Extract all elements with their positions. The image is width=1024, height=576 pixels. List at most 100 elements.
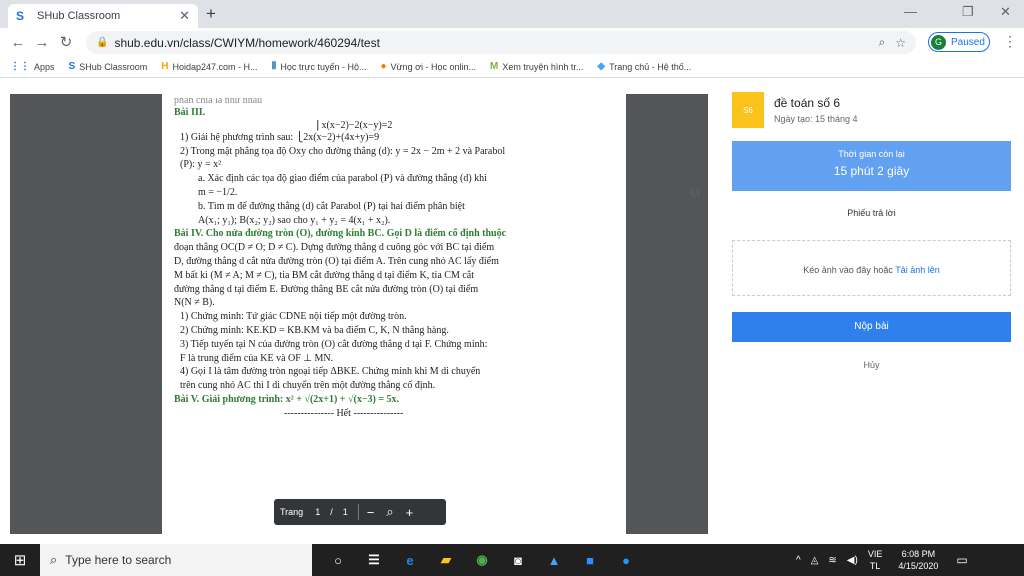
avatar: G	[931, 34, 946, 50]
pdf-line: 2) Chứng minh: KE.KD = KB.KM và ba điểm …	[180, 324, 449, 336]
hoc-icon: Ⅱ	[271, 61, 277, 72]
page-label: Trang	[280, 507, 304, 517]
pdf-viewer[interactable]: phân chia là như nhau Bài III. ⎧x(x−2)−2…	[10, 94, 708, 534]
zalo-icon[interactable]: ●	[608, 553, 644, 568]
pdf-cut-line: phân chia là như nhau	[174, 98, 263, 106]
reload-icon[interactable]: ↻	[54, 33, 78, 51]
bookmark-shub[interactable]: S SHub Classroom	[69, 61, 148, 72]
pdf-line: đoạn thẳng OC(D ≠ O; D ≠ C). Dựng đường …	[174, 242, 495, 254]
file-explorer-icon[interactable]: ▰	[428, 552, 464, 568]
bookmark-label: Apps	[34, 61, 55, 72]
window-close-icon[interactable]: ✕	[1000, 4, 1011, 20]
trangchu-icon: ◆	[597, 61, 606, 72]
pdf-line: trên cung nhỏ AC thì I di chuyển trên mộ…	[180, 380, 436, 392]
submit-button[interactable]: Nộp bài	[732, 312, 1011, 342]
open-external-icon[interactable]: ⧉	[690, 184, 700, 201]
bookmark-label: Vừng ơi - Học onlin...	[390, 61, 476, 72]
assignment-title: đề toán số 6	[774, 96, 841, 110]
edge-icon[interactable]: e	[392, 553, 428, 568]
zoom-app-icon[interactable]: ■	[572, 553, 608, 568]
pdf-line: 2) Trong mặt phẳng tọa độ Oxy cho đường …	[180, 145, 506, 157]
wifi-icon[interactable]: ≋	[828, 555, 836, 566]
pdf-line: 4) Gọi I là tâm đường tròn ngoại tiếp ΔB…	[180, 366, 481, 378]
pdf-line: đường thẳng d tại điểm E. Đường thẳng BE…	[174, 283, 479, 295]
clock[interactable]: 6:08 PM 4/15/2020	[898, 548, 938, 572]
cancel-button[interactable]: Hủy	[732, 360, 1011, 370]
menu-icon[interactable]: ⋮	[1003, 33, 1017, 50]
camera-icon[interactable]: ◙	[500, 553, 536, 568]
tab-bar: S SHub Classroom ✕ + — ❐ ✕	[0, 0, 1024, 28]
taskbar-search[interactable]: ⌕ Type here to search	[40, 544, 312, 576]
language-indicator[interactable]: VIE TL	[868, 548, 883, 572]
minimize-icon[interactable]: —	[904, 4, 917, 19]
hoidap-icon: H	[161, 61, 169, 72]
pdf-line: a. Xác định các tọa độ giao điểm của par…	[198, 173, 487, 185]
bookmark-label: SHub Classroom	[79, 61, 148, 72]
tab-close-icon[interactable]: ✕	[179, 8, 190, 24]
windows-taskbar: ⊞ ⌕ Type here to search ○ ☰ e ▰ ◉ ◙ ▲ ■ …	[0, 544, 1024, 576]
pdf-line: F là trung điểm của KE và OF ⊥ MN.	[180, 352, 334, 364]
chrome-icon[interactable]: ◉	[464, 552, 500, 568]
bookmark-apps[interactable]: ⋮⋮ Apps	[10, 61, 55, 72]
page-separator: /	[330, 507, 333, 517]
star-icon[interactable]: ☆	[895, 36, 906, 50]
bookmark-trangchu[interactable]: ◆ Trang chủ - Hệ thố...	[597, 61, 691, 72]
assignment-header: S6 đề toán số 6 Ngày tạo: 15 tháng 4	[732, 92, 1012, 128]
restore-icon[interactable]: ❐	[962, 4, 974, 20]
pdf-page: phân chia là như nhau Bài III. ⎧x(x−2)−2…	[162, 94, 626, 534]
upload-dropzone[interactable]: Kéo ảnh vào đây hoặc Tải ảnh lên	[732, 240, 1011, 296]
zoom-out-icon[interactable]: −	[367, 505, 375, 520]
truyen-icon: M	[490, 61, 499, 72]
forward-icon[interactable]: →	[30, 34, 54, 51]
profile-label: Paused	[951, 36, 985, 48]
pdf-page-toolbar: Trang 1 / 1 − ⌕ +	[274, 499, 446, 525]
shub-icon: S	[68, 61, 76, 72]
bookmark-hoc[interactable]: Ⅱ Học trực tuyến - Hộ...	[272, 61, 367, 72]
pdf-line: 1) Chứng minh: Tứ giác CDNE nội tiếp một…	[180, 311, 407, 323]
notification-icon[interactable]: ▭	[956, 553, 967, 567]
lang-line2: TL	[869, 561, 881, 571]
bookmark-vung[interactable]: ● Vừng ơi - Học onlin...	[380, 61, 476, 72]
search-icon: ⌕	[50, 552, 58, 567]
page-current[interactable]: 1	[315, 507, 320, 517]
pdf-line: N(N ≠ B).	[174, 297, 215, 309]
pdf-line: Bài IV. Cho nửa đường tròn (O), đường kí…	[174, 228, 507, 240]
clock-date: 4/15/2020	[898, 561, 939, 571]
pdf-line: Bài III.	[174, 107, 206, 118]
new-tab-icon[interactable]: +	[206, 4, 216, 24]
lock-icon: 🔒	[96, 37, 109, 48]
pdf-line: M bất kì (M ≠ A; M ≠ C), tia BM cắt đườn…	[174, 269, 474, 281]
browser-tab[interactable]: S SHub Classroom ✕	[8, 4, 198, 28]
task-view-icon[interactable]: ☰	[356, 552, 392, 568]
timer-box: Thời gian còn lại 15 phút 2 giây	[732, 141, 1011, 191]
clock-time: 6:08 PM	[901, 549, 936, 559]
upload-link[interactable]: Tải ảnh lên	[895, 265, 940, 275]
pdf-line: 3) Tiếp tuyến tại N của đường tròn (O) c…	[180, 338, 488, 350]
answer-sheet-label: Phiếu trả lời	[847, 208, 896, 218]
windows-start-icon[interactable]: ⊞	[0, 551, 40, 569]
address-bar[interactable]: 🔒 shub.edu.vn/class/CWIYM/homework/46029…	[86, 31, 916, 54]
back-icon[interactable]: ←	[6, 34, 30, 51]
timer-label: Thời gian còn lại	[838, 149, 905, 159]
tab-title: SHub Classroom	[37, 10, 121, 22]
network-icon[interactable]: ◬	[811, 555, 819, 566]
bookmark-label: Xem truyện hình tr...	[502, 61, 584, 72]
bookmark-hoidap[interactable]: H Hoidap247.com - H...	[161, 61, 257, 72]
lang-line1: VIE	[867, 549, 883, 559]
pdf-line: b. Tìm m để đường thẳng (d) cắt Parabol …	[198, 200, 465, 212]
pdf-line: 1) Giải hệ phương trình sau: ⎩2x(x−2)+(4…	[180, 131, 380, 143]
tray-chevron-icon[interactable]: ^	[796, 555, 801, 566]
profile-button[interactable]: G Paused	[928, 32, 990, 52]
photos-icon[interactable]: ▲	[536, 553, 572, 568]
zoom-in-icon[interactable]: +	[406, 505, 414, 520]
pdf-line: ⎧x(x−2)−2(x−y)=2	[314, 119, 393, 131]
pdf-line: m = −1/2.	[198, 186, 238, 198]
bookmark-label: Học trực tuyến - Hộ...	[280, 61, 367, 72]
zoom-icon[interactable]: ⌕	[879, 35, 886, 50]
bookmark-truyen[interactable]: M Xem truyện hình tr...	[490, 61, 583, 72]
zoom-icon[interactable]: ⌕	[386, 504, 393, 520]
homework-sidebar: S6 đề toán số 6 Ngày tạo: 15 tháng 4 Thờ…	[732, 92, 1012, 370]
volume-icon[interactable]: ◀)	[847, 555, 858, 566]
cortana-icon[interactable]: ○	[320, 553, 356, 568]
bookmark-label: Trang chủ - Hệ thố...	[609, 61, 692, 72]
